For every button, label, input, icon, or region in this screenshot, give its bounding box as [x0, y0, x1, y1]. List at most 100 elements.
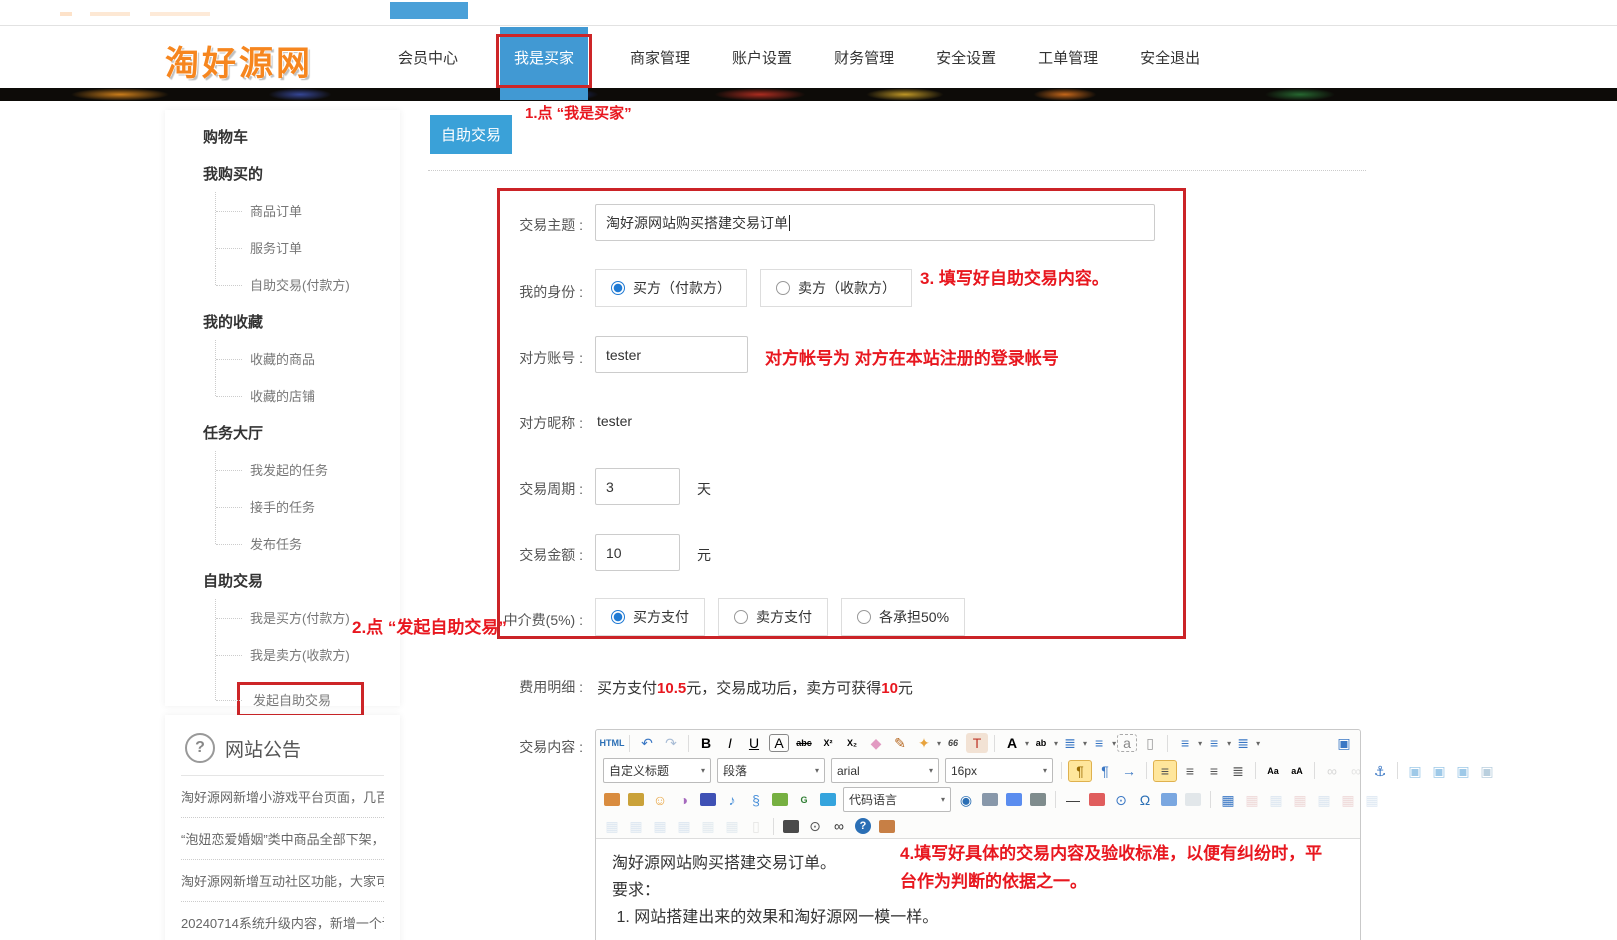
site-logo[interactable]: 淘好源网 — [165, 36, 313, 85]
subject-input[interactable]: 淘好源网站购买搭建交易订单 — [595, 204, 1155, 241]
help-icon[interactable]: ? — [855, 818, 871, 834]
sidebar-section-1[interactable]: 购物车 — [165, 118, 400, 155]
search-icon[interactable]: ∞ — [828, 816, 850, 836]
align-left-icon[interactable]: ≡ — [1153, 760, 1177, 782]
html-convert-icon[interactable] — [1030, 793, 1046, 806]
sidebar-item[interactable]: 我发起的任务 — [165, 451, 400, 488]
sidebar-item[interactable]: 收藏的店铺 — [165, 377, 400, 414]
ordered-list-icon[interactable]: ≣ — [1059, 733, 1081, 753]
redo-icon[interactable]: ↷ — [660, 733, 682, 753]
period-input[interactable]: 3 — [595, 468, 680, 505]
image-align-right-icon[interactable]: ▣ — [1452, 761, 1474, 781]
nav-item-3[interactable]: 商家管理 — [630, 47, 690, 68]
sidebar-section-3[interactable]: 我的收藏 — [165, 303, 400, 340]
sidebar-section-5[interactable]: 自助交易 — [165, 562, 400, 599]
announcement-item-2[interactable]: “泡妞恋爱婚姻”类中商品全部下架，... — [181, 818, 384, 860]
nav-item-2[interactable]: 我是买家 — [500, 27, 588, 100]
announcement-item-1[interactable]: 淘好源网新增小游戏平台页面，几百种... — [181, 776, 384, 818]
sidebar-item[interactable]: 我是卖方(收款方) — [165, 636, 400, 673]
underline-icon[interactable]: U — [743, 733, 765, 753]
fee-option-3[interactable]: 各承担50% — [841, 598, 965, 636]
sidebar-item[interactable]: 发布任务 — [165, 525, 400, 562]
self-trade-tab-button[interactable]: 自助交易 — [430, 115, 512, 154]
ltr-paragraph-icon[interactable]: ¶ — [1068, 760, 1092, 782]
map-icon[interactable]: G — [793, 790, 815, 810]
font-size-select[interactable]: 16px▾ — [945, 758, 1053, 783]
music-icon[interactable]: ♪ — [721, 790, 743, 810]
nav-item-7[interactable]: 工单管理 — [1038, 47, 1098, 68]
sidebar-item[interactable]: 自助交易(付款方) — [165, 266, 400, 303]
insert-image-icon[interactable] — [604, 793, 620, 806]
insert-table-icon[interactable]: ▦ — [1217, 790, 1239, 810]
flash-icon[interactable] — [772, 793, 788, 806]
paragraph-space-icon[interactable]: ≡ — [1203, 733, 1225, 753]
align-justify-icon[interactable]: ≣ — [1227, 761, 1249, 781]
nav-item-8[interactable]: 安全退出 — [1140, 47, 1200, 68]
sidebar-section-4[interactable]: 任务大厅 — [165, 414, 400, 451]
line-height-icon[interactable]: ≡ — [1174, 733, 1196, 753]
video-icon[interactable] — [700, 793, 716, 806]
uppercase-icon[interactable]: Aa — [1262, 761, 1284, 781]
eraser-icon[interactable]: ◆ — [865, 733, 887, 753]
sidebar-item[interactable]: 接手的任务 — [165, 488, 400, 525]
new-document-icon[interactable]: ▯ — [1139, 733, 1161, 753]
image-align-none-icon[interactable]: ▣ — [1476, 761, 1498, 781]
attachment-icon[interactable]: § — [745, 790, 767, 810]
font-family-select[interactable]: arial▾ — [831, 758, 939, 783]
image-align-center-icon[interactable]: ▣ — [1428, 761, 1450, 781]
quick-format-icon[interactable]: ✦ — [913, 733, 935, 753]
heading-select[interactable]: 自定义标题▾ — [603, 758, 711, 783]
sidebar-section-2[interactable]: 我购买的 — [165, 155, 400, 192]
align-right-icon[interactable]: ≡ — [1203, 761, 1225, 781]
undo-icon[interactable]: ↶ — [636, 733, 658, 753]
sidebar-item[interactable]: 收藏的商品 — [165, 340, 400, 377]
bold-icon[interactable]: B — [695, 733, 717, 753]
page-break-icon[interactable] — [982, 793, 998, 806]
nav-item-1[interactable]: 会员中心 — [398, 47, 458, 68]
account-input[interactable]: tester — [595, 336, 748, 373]
strikethrough-icon[interactable]: abc — [793, 733, 815, 753]
calendar-icon[interactable] — [1089, 793, 1105, 806]
italic-icon[interactable]: I — [719, 733, 741, 753]
insert-code-icon[interactable]: ◉ — [955, 790, 977, 810]
nav-item-4[interactable]: 账户设置 — [732, 47, 792, 68]
amount-input[interactable]: 10 — [595, 534, 680, 571]
list-space-icon[interactable]: ≣ — [1232, 733, 1254, 753]
font-color-icon[interactable]: A — [1001, 733, 1023, 753]
anchor-icon[interactable]: ⚓ — [1369, 761, 1391, 781]
code-language-select[interactable]: 代码语言▾ — [843, 787, 951, 812]
sidebar-item[interactable]: 商品订单 — [165, 192, 400, 229]
identity-option-2[interactable]: 卖方（收款方） — [760, 269, 912, 307]
nav-item-6[interactable]: 安全设置 — [936, 47, 996, 68]
special-char-icon[interactable]: Ω — [1134, 790, 1156, 810]
preview-icon[interactable]: ⊙ — [804, 816, 826, 836]
align-center-icon[interactable]: ≡ — [1179, 761, 1201, 781]
sidebar-item[interactable]: 服务订单 — [165, 229, 400, 266]
unordered-list-icon[interactable]: ≡ — [1088, 733, 1110, 753]
emoticon-icon[interactable]: ☺ — [649, 790, 671, 810]
image-align-left-icon[interactable]: ▣ — [1404, 761, 1426, 781]
announcement-item-3[interactable]: 淘好源网新增互动社区功能，大家可以... — [181, 860, 384, 902]
identity-option-1[interactable]: 买方（付款方） — [595, 269, 747, 307]
media-icon[interactable] — [820, 793, 836, 806]
horizontal-rule-icon[interactable]: — — [1062, 790, 1084, 810]
font-box-icon[interactable]: A — [769, 734, 789, 752]
superscript-icon[interactable]: X² — [817, 733, 839, 753]
announcement-item-4[interactable]: 20240714系统升级内容，新增一个论... — [181, 902, 384, 940]
print-icon[interactable] — [783, 820, 799, 833]
fee-option-2[interactable]: 卖方支付 — [718, 598, 828, 636]
file-link-icon[interactable] — [1161, 793, 1177, 806]
upload-image-icon[interactable] — [628, 793, 644, 806]
rtl-paragraph-icon[interactable]: ¶ — [1094, 761, 1116, 781]
fee-option-1[interactable]: 买方支付 — [595, 598, 705, 636]
clock-icon[interactable]: ⊙ — [1110, 790, 1132, 810]
paste-text-icon[interactable]: T — [966, 733, 988, 753]
clipboard-icon[interactable] — [879, 820, 895, 833]
nav-item-5[interactable]: 财务管理 — [834, 47, 894, 68]
paragraph-select[interactable]: 段落▾ — [717, 758, 825, 783]
blockquote-icon[interactable]: 66 — [942, 733, 964, 753]
fullscreen-icon[interactable]: ▣ — [1333, 733, 1355, 753]
lowercase-icon[interactable]: aA — [1286, 761, 1308, 781]
indent-icon[interactable]: → — [1118, 761, 1140, 781]
format-brush-icon[interactable]: ✎ — [889, 733, 911, 753]
